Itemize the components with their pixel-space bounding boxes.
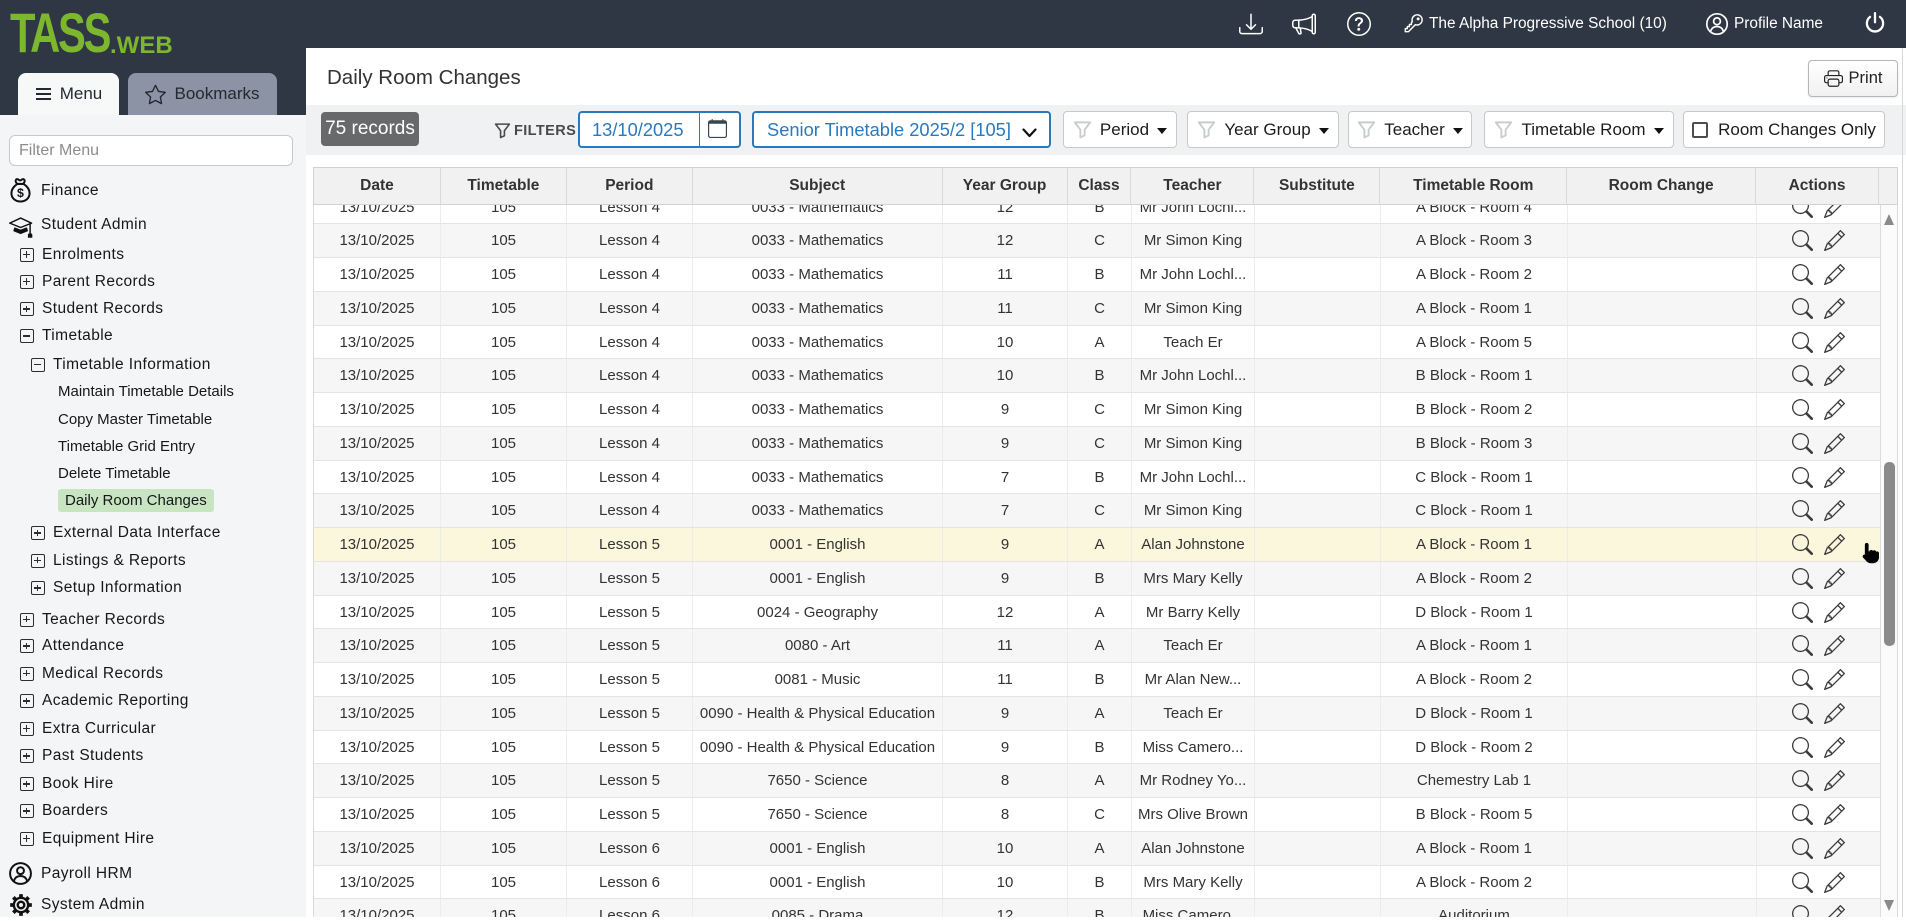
svg-text:$: $ [17, 186, 24, 200]
